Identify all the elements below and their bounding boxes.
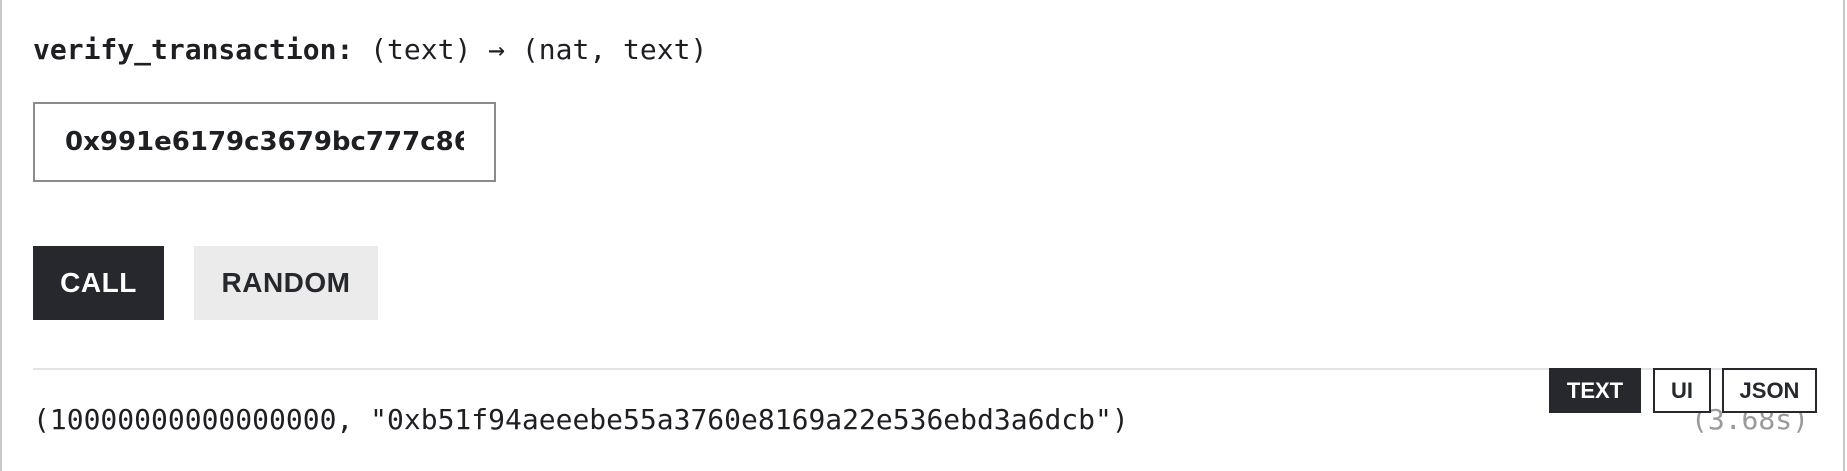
call-button[interactable]: CALL xyxy=(33,246,164,320)
format-text-button[interactable]: TEXT xyxy=(1549,368,1641,413)
method-name: verify_transaction xyxy=(33,33,337,66)
method-args-signature: (text) xyxy=(370,33,472,66)
random-button[interactable]: RANDOM xyxy=(194,246,378,320)
method-return-signature: (nat, text) xyxy=(521,33,708,66)
format-ui-button[interactable]: UI xyxy=(1653,368,1711,413)
method-signature: verify_transaction: (text) → (nat, text) xyxy=(33,30,707,70)
result-output: (10000000000000000, "0xb51f94aeeebe55a37… xyxy=(33,403,1129,436)
argument-input[interactable] xyxy=(33,102,496,182)
format-json-button[interactable]: JSON xyxy=(1722,368,1817,413)
method-separator: : xyxy=(336,33,354,66)
method-panel: verify_transaction: (text) → (nat, text)… xyxy=(0,0,1845,471)
method-arrow: → xyxy=(488,33,506,66)
